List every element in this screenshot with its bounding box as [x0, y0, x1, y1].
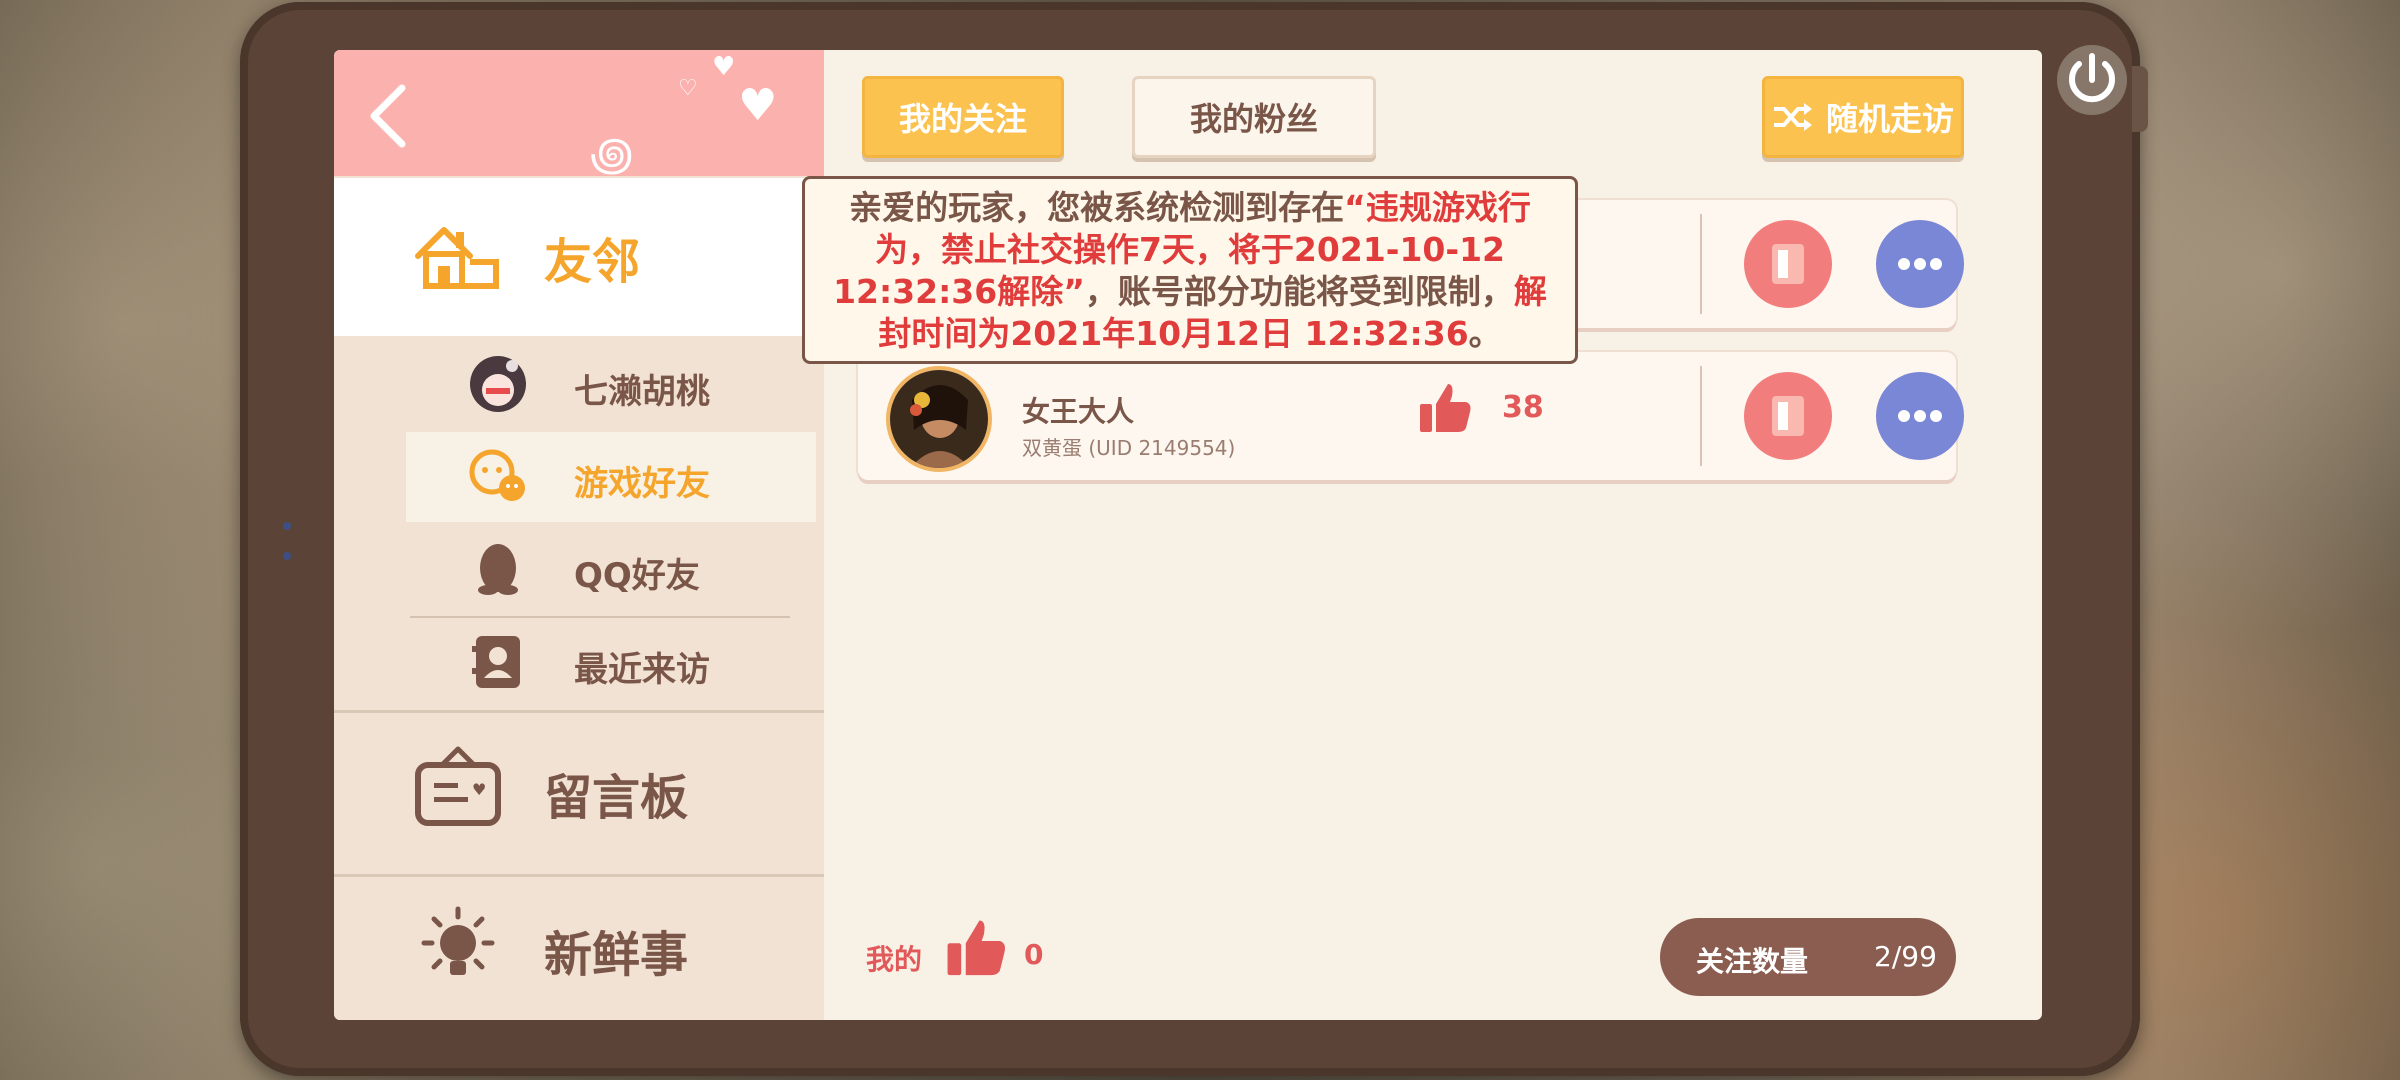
friend-likes-count: 38	[1502, 390, 1544, 425]
tab-label: 我的粉丝	[1189, 100, 1318, 138]
tab-my-fans[interactable]: 我的粉丝	[1132, 76, 1376, 158]
friends-faces-icon	[469, 449, 525, 501]
divider	[1700, 366, 1702, 466]
camera-dot	[283, 552, 291, 560]
friend-row[interactable]: 女王大人 双黄蛋 (UID 2149554) 38	[858, 352, 1964, 480]
sidebar-item-label: 最近来访	[574, 650, 710, 690]
more-dots-icon	[1898, 258, 1942, 270]
thumbs-up-icon	[1420, 384, 1471, 432]
sidebar-header: ♥ ♡ ♥ ꩜	[334, 50, 824, 181]
heart-icon: ♥	[738, 80, 778, 131]
more-dots-icon	[1898, 410, 1942, 422]
svg-text:♥: ♥	[472, 780, 486, 799]
follow-count-label: 关注数量	[1696, 945, 1809, 978]
back-arrow-icon	[370, 84, 406, 148]
lightbulb-icon	[421, 906, 495, 975]
sidebar-item-nanase-kurumi[interactable]: 七濑胡桃	[406, 340, 816, 430]
thumbs-up-icon	[947, 920, 1006, 976]
nav-friends[interactable]: 友邻	[334, 178, 824, 336]
friend-uid: 双黄蛋 (UID 2149554)	[1022, 436, 1236, 460]
divider	[1700, 214, 1702, 314]
random-visit-button[interactable]: 随机走访	[1762, 76, 1964, 158]
heart-icon: ♡	[678, 76, 698, 101]
heart-icon: ♥	[712, 52, 736, 82]
my-likes-label: 我的	[866, 943, 923, 976]
visit-home-button[interactable]	[1744, 372, 1832, 460]
signboard-icon: ♥	[415, 746, 501, 826]
door-icon	[1772, 244, 1804, 284]
penguin-icon	[478, 544, 518, 595]
sidebar-item-game-friends[interactable]: 游戏好友	[406, 432, 816, 522]
nav-message-board[interactable]: ♥ 留言板	[334, 710, 824, 873]
nav-friends-label: 友邻	[544, 234, 641, 290]
nav-message-board-label: 留言板	[544, 770, 689, 826]
more-options-button[interactable]	[1876, 220, 1964, 308]
nav-news[interactable]: 新鲜事	[334, 874, 824, 1020]
power-button[interactable]	[2052, 40, 2132, 120]
my-likes-count: 0	[1024, 938, 1044, 971]
sidebar-item-qq-friends[interactable]: QQ好友	[406, 524, 816, 614]
visit-home-button[interactable]	[1744, 220, 1832, 308]
power-icon	[2057, 45, 2127, 115]
more-options-button[interactable]	[1876, 372, 1964, 460]
notice-text: 亲爱的玩家，您被系统检测到存在	[849, 188, 1345, 227]
tab-my-following[interactable]: 我的关注	[862, 76, 1064, 158]
avatar-icon	[470, 356, 526, 412]
tablet-screen: ♥ ♡ ♥ ꩜ 友邻 七濑胡桃 游戏好友 QQ好友 最近来访 ♥ 留言板 新鲜事…	[334, 50, 2042, 1020]
sidebar-item-recent-visitors[interactable]: 最近来访	[406, 618, 816, 708]
side-button	[2132, 66, 2148, 132]
random-visit-label: 随机走访	[1825, 100, 1954, 138]
nav-news-label: 新鲜事	[544, 927, 689, 983]
contact-book-icon	[472, 636, 520, 688]
ban-notice-popup: 亲爱的玩家，您被系统检测到存在“违规游戏行为，禁止社交操作7天，将于2021-1…	[802, 176, 1578, 364]
notice-text: 。	[1468, 314, 1502, 353]
swirl-icon: ꩜	[590, 127, 634, 181]
follow-count-badge: 关注数量 2/99	[1660, 918, 1956, 996]
door-icon	[1772, 396, 1804, 436]
house-icon	[415, 227, 499, 289]
friend-name: 女王大人	[1022, 395, 1135, 428]
sidebar-item-label: 七濑胡桃	[574, 372, 710, 412]
avatar	[886, 366, 992, 472]
camera-dot	[283, 522, 291, 530]
follow-count-value: 2/99	[1874, 940, 1937, 973]
sidebar-item-label: 游戏好友	[574, 464, 710, 504]
shuffle-icon	[1773, 103, 1812, 131]
tab-label: 我的关注	[898, 100, 1027, 138]
sidebar-item-label: QQ好友	[574, 556, 700, 596]
back-button[interactable]	[356, 80, 426, 150]
sidebar: ♥ ♡ ♥ ꩜ 友邻 七濑胡桃 游戏好友 QQ好友 最近来访 ♥ 留言板 新鲜事	[334, 50, 824, 1020]
notice-text: ，账号部分功能将受到限制，	[1084, 272, 1514, 311]
